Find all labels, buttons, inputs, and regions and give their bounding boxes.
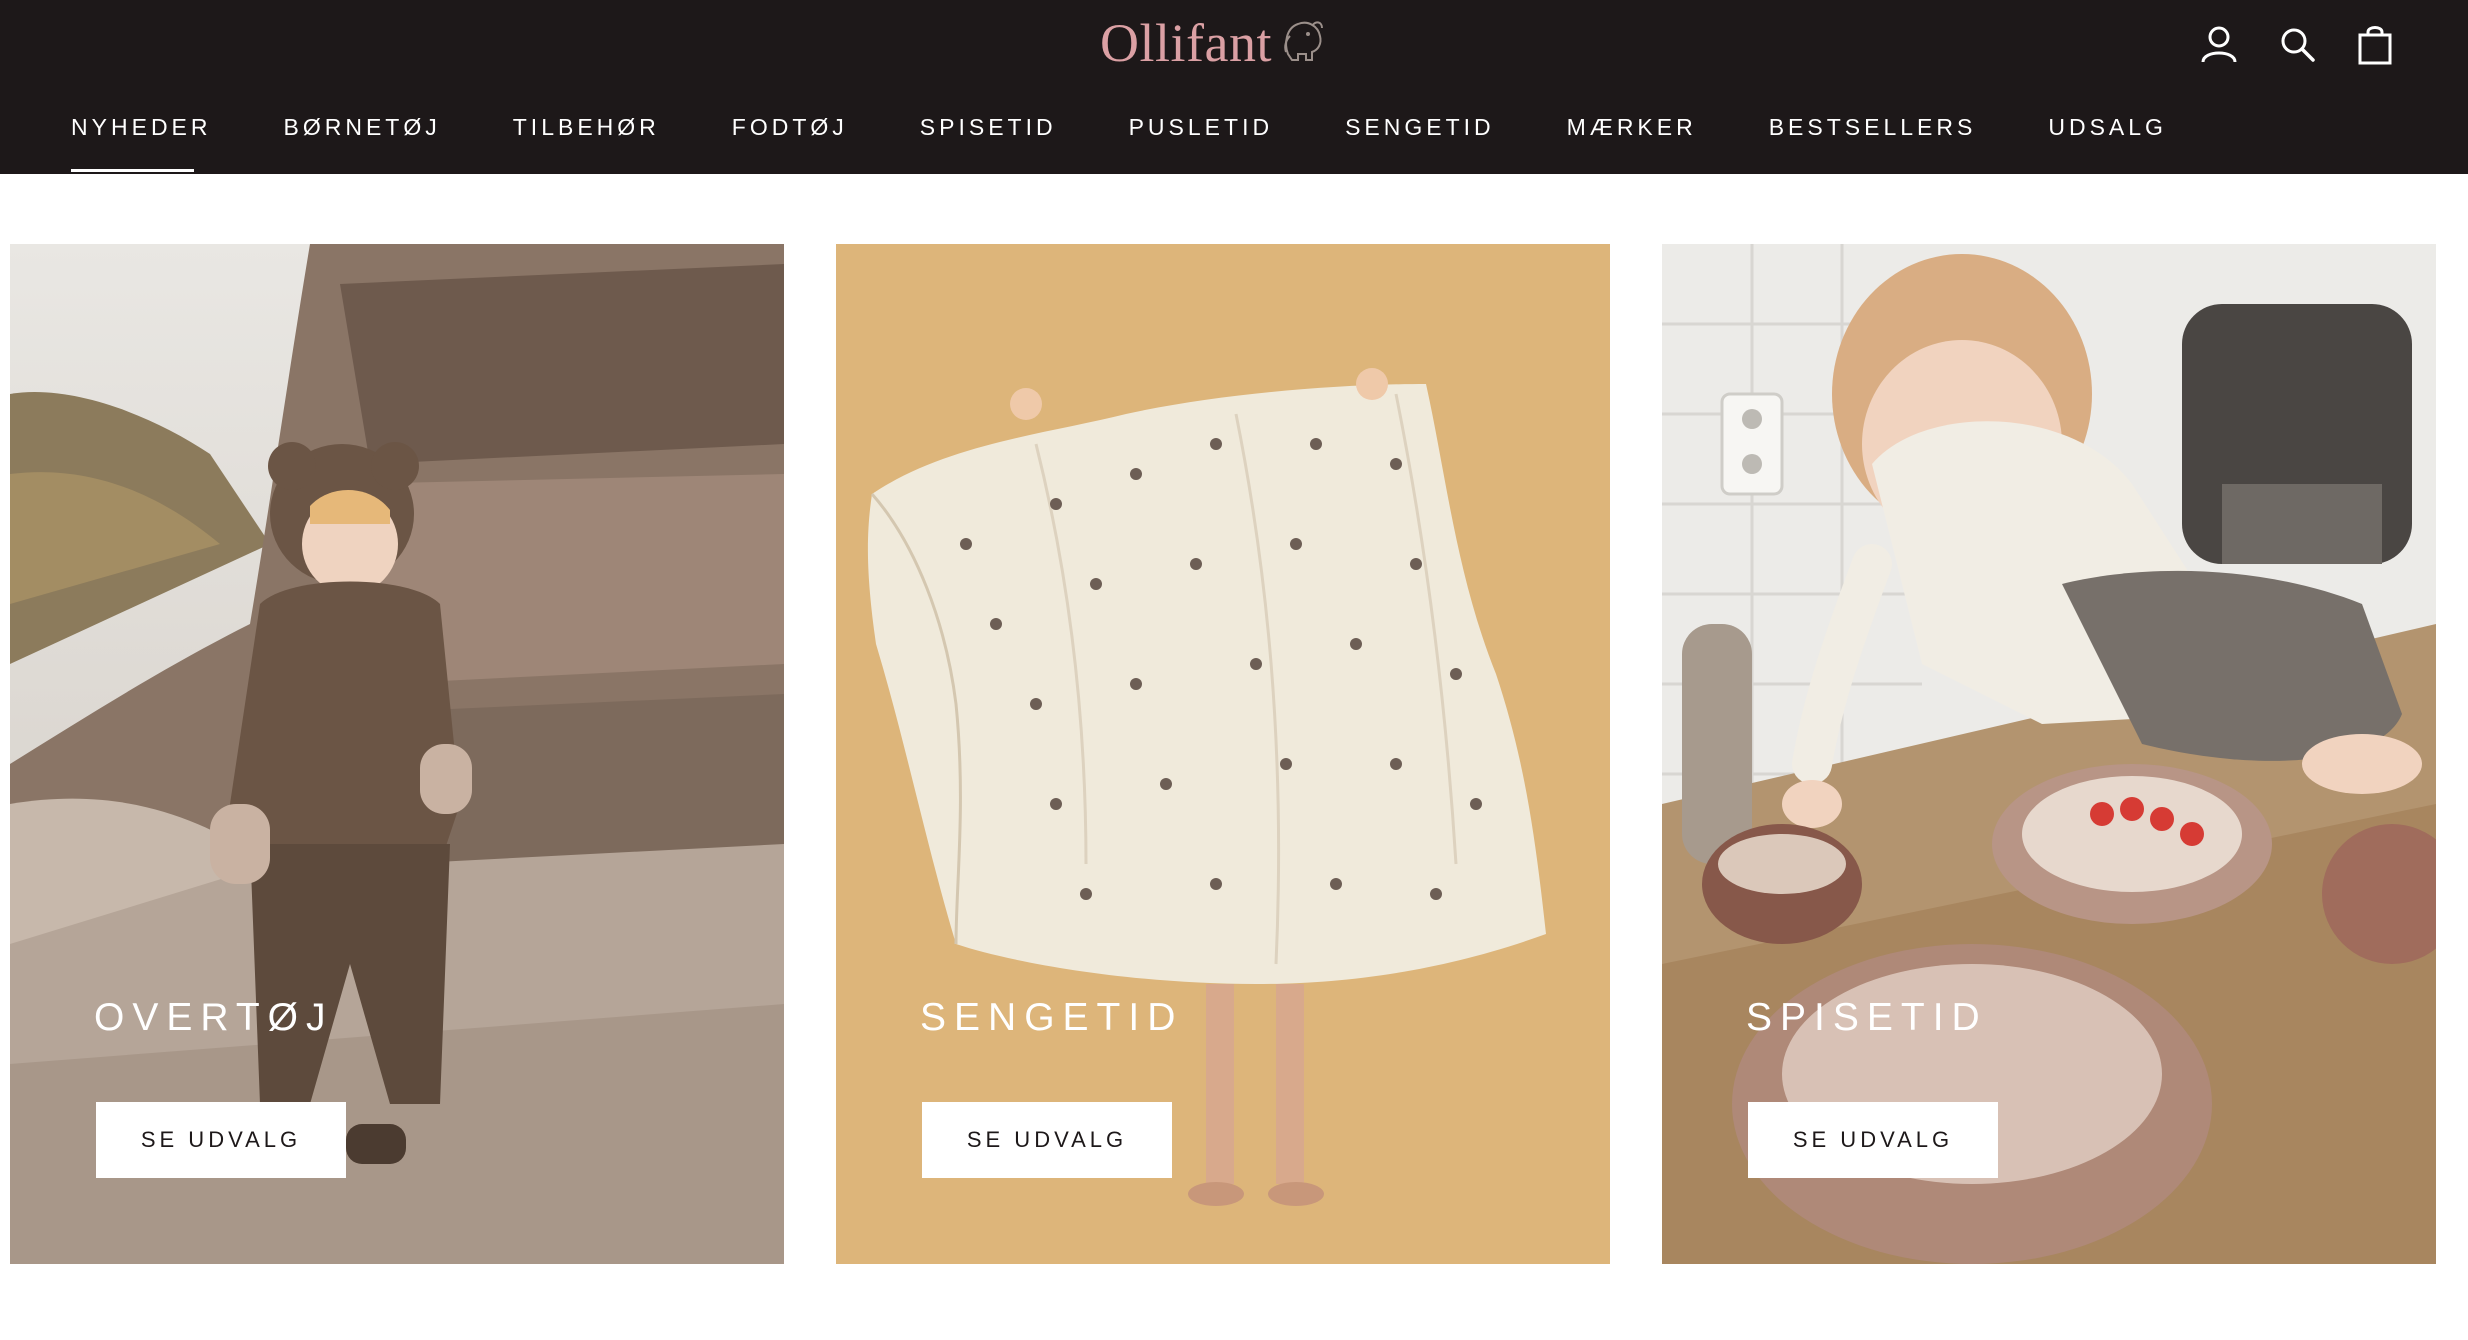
brand-logo[interactable]: Ollifant [1100, 8, 1326, 78]
category-title: SPISETID [1746, 996, 1988, 1039]
nav-item-sengetid[interactable]: SENGETID [1345, 104, 1495, 150]
nav-item-bestsellers[interactable]: BESTSELLERS [1769, 104, 1977, 150]
category-grid: OVERTØJ SE UDVALG SENGETID SE UDVALG SPI… [10, 244, 2440, 1264]
header-actions [2198, 18, 2396, 70]
see-selection-button[interactable]: SE UDVALG [1748, 1102, 1998, 1178]
nav-item-nyheder[interactable]: NYHEDER [71, 104, 211, 172]
nav-item-pusletid[interactable]: PUSLETID [1129, 104, 1273, 150]
see-selection-button[interactable]: SE UDVALG [922, 1102, 1172, 1178]
nav-item-bornetoj[interactable]: BØRNETØJ [284, 104, 441, 150]
nav-item-maerker[interactable]: MÆRKER [1567, 104, 1697, 150]
category-title: SENGETID [920, 996, 1184, 1039]
brand-name: Ollifant [1100, 13, 1272, 73]
category-card-sengetid[interactable]: SENGETID SE UDVALG [836, 244, 1610, 1264]
site-header: Ollifant NYHEDER BØRNETØJ TILBEHØR FODTØ… [0, 0, 2468, 174]
nav-item-tilbehor[interactable]: TILBEHØR [513, 104, 660, 150]
search-icon[interactable] [2276, 23, 2318, 65]
category-title: OVERTØJ [94, 996, 334, 1039]
main-nav: NYHEDER BØRNETØJ TILBEHØR FODTØJ SPISETI… [0, 104, 2468, 172]
category-card-spisetid[interactable]: SPISETID SE UDVALG [1662, 244, 2436, 1264]
account-icon[interactable] [2198, 23, 2240, 65]
category-card-overtoj[interactable]: OVERTØJ SE UDVALG [10, 244, 784, 1264]
nav-item-spisetid[interactable]: SPISETID [920, 104, 1057, 150]
nav-item-fodtoj[interactable]: FODTØJ [732, 104, 848, 150]
elephant-icon [1284, 21, 1323, 61]
see-selection-button[interactable]: SE UDVALG [96, 1102, 346, 1178]
nav-item-udsalg[interactable]: UDSALG [2048, 104, 2167, 150]
cart-icon[interactable] [2354, 23, 2396, 65]
